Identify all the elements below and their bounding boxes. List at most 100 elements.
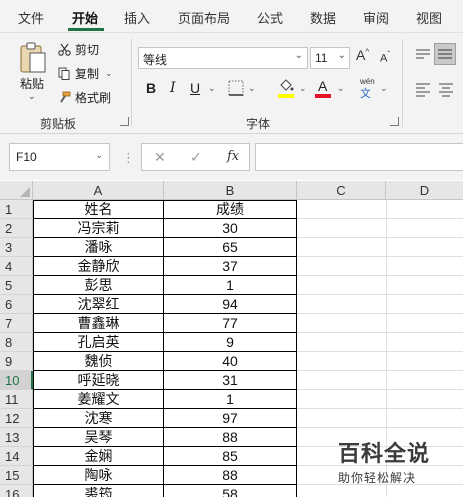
row-header[interactable]: 3 [0,238,33,257]
decrease-font-size-button[interactable]: Aˇ [380,50,390,65]
cell-score[interactable]: 58 [164,485,297,497]
cell-score[interactable]: 88 [164,466,297,485]
font-size-select[interactable]: 11 ⌄ [310,47,350,69]
cell-score[interactable]: 97 [164,409,297,428]
cell-name[interactable]: 魏侦 [33,352,164,371]
cell-score[interactable]: 65 [164,238,297,257]
row-header[interactable]: 4 [0,257,33,276]
cancel-icon[interactable]: ✕ [154,149,166,166]
tab-home[interactable]: 开始 [72,8,98,27]
cell-name[interactable]: 沈翠红 [33,295,164,314]
row-header[interactable]: 11 [0,390,33,409]
clipboard-dialog-launcher-icon[interactable] [120,117,129,126]
row-header[interactable]: 8 [0,333,33,352]
font-name-select[interactable]: 等线 ⌄ [138,47,308,69]
cell-score[interactable]: 9 [164,333,297,352]
cell-name[interactable]: 金静欣 [33,257,164,276]
tab-insert[interactable]: 插入 [124,8,150,27]
increase-font-size-button[interactable]: A^ [356,47,369,63]
row-header[interactable]: 5 [0,276,33,295]
tab-formulas[interactable]: 公式 [257,8,283,27]
scissors-icon [58,43,71,56]
italic-button[interactable]: I [170,80,176,96]
name-box[interactable]: F10 ⌄ [9,143,110,171]
gridline [297,408,463,409]
chevron-down-icon[interactable]: ⌄ [299,83,307,94]
cut-label: 剪切 [75,43,100,57]
insert-function-button[interactable]: fx [227,149,239,164]
cell-score[interactable]: 88 [164,428,297,447]
phonetic-guide-button[interactable]: wén 文 [360,77,375,101]
header-cell-score[interactable]: 成绩 [164,200,297,219]
enter-icon[interactable]: ✓ [190,149,202,166]
tab-page-layout[interactable]: 页面布局 [178,8,230,27]
cell-score[interactable]: 1 [164,276,297,295]
row-header[interactable]: 16 [0,485,33,497]
cell-score[interactable]: 30 [164,219,297,238]
cell-score[interactable]: 31 [164,371,297,390]
row-header[interactable]: 9 [0,352,33,371]
cell-name[interactable]: 潘咏 [33,238,164,257]
cell-score[interactable]: 85 [164,447,297,466]
cell-name[interactable]: 金娴 [33,447,164,466]
column-header-b[interactable]: B [164,181,297,200]
cell-name[interactable]: 吴琴 [33,428,164,447]
chevron-down-icon[interactable]: ⌄ [380,83,388,94]
chevron-down-icon[interactable]: ⌄ [105,68,113,79]
row-header[interactable]: 14 [0,447,33,466]
chevron-down-icon[interactable]: ⌄ [208,83,216,94]
cell-score[interactable]: 94 [164,295,297,314]
cell-name[interactable]: 曹鑫琳 [33,314,164,333]
tab-review[interactable]: 审阅 [363,8,389,27]
column-header-c[interactable]: C [297,181,386,200]
row-header[interactable]: 1 [0,200,33,219]
align-middle-button[interactable] [434,43,456,65]
tab-data[interactable]: 数据 [310,8,336,27]
cut-button[interactable]: 剪切 [58,41,99,58]
cell-score[interactable]: 1 [164,390,297,409]
formula-input[interactable] [255,143,463,171]
bold-button[interactable]: B [146,80,156,96]
cell-name[interactable]: 姜耀文 [33,390,164,409]
highlight-color-bar [278,94,294,98]
watermark-title: 百科全说 [338,442,431,467]
cell-score[interactable]: 40 [164,352,297,371]
cell-name[interactable]: 裘筠 [33,485,164,497]
cell-name[interactable]: 彭思 [33,276,164,295]
format-painter-button[interactable]: 格式刷 [58,89,111,106]
underline-button[interactable]: U [190,80,200,96]
column-header-a[interactable]: A [33,181,164,200]
tab-file[interactable]: 文件 [18,8,44,27]
cell-name[interactable]: 呼延晓 [33,371,164,390]
cell-name[interactable]: 冯宗莉 [33,219,164,238]
header-cell-name[interactable]: 姓名 [33,200,164,219]
font-dialog-launcher-icon[interactable] [390,117,399,126]
row-header[interactable]: 6 [0,295,33,314]
align-left-icon[interactable] [414,81,432,97]
tab-view[interactable]: 视图 [416,8,442,27]
chevron-down-icon[interactable]: ⌄ [248,83,256,94]
row-header[interactable]: 2 [0,219,33,238]
row-header[interactable]: 15 [0,466,33,485]
gridline [297,275,463,276]
cell-name[interactable]: 陶咏 [33,466,164,485]
row-header[interactable]: 10 [0,371,33,390]
chevron-down-icon[interactable]: ⌄ [95,150,103,161]
align-center-icon[interactable] [437,81,455,97]
cell-name[interactable]: 沈寒 [33,409,164,428]
select-all-corner[interactable] [0,181,33,200]
chevron-down-icon[interactable]: ⌄ [337,83,345,94]
cell-name[interactable]: 孔启英 [33,333,164,352]
font-color-button[interactable]: A [315,77,333,99]
row-header[interactable]: 13 [0,428,33,447]
align-top-icon[interactable] [414,47,432,63]
column-header-d[interactable]: D [386,181,463,200]
borders-icon[interactable] [228,80,244,96]
row-header[interactable]: 12 [0,409,33,428]
fill-color-button[interactable] [278,79,296,99]
row-header[interactable]: 7 [0,314,33,333]
cell-score[interactable]: 37 [164,257,297,276]
cell-score[interactable]: 77 [164,314,297,333]
formula-bar-resize-handle[interactable]: ⋮ [122,150,135,166]
copy-button[interactable]: 复制 ⌄ [58,65,113,82]
